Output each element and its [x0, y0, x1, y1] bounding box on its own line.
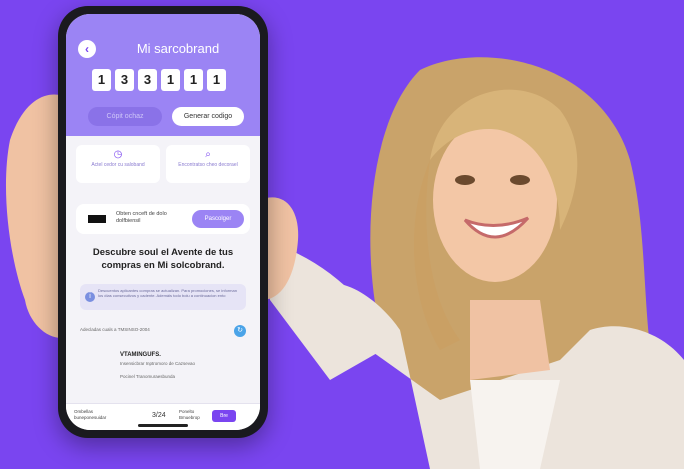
clock-icon: ◷ — [113, 149, 123, 160]
footer-count: 3/24 — [152, 412, 166, 419]
code-digit: 1 — [207, 69, 226, 91]
copy-code-button[interactable]: Cópit ochaz — [88, 107, 162, 126]
quick-actions: ◷ Actel cedor cu saloband ⌕ Encontratso … — [76, 145, 250, 183]
code-digit: 1 — [184, 69, 203, 91]
code-digit: 3 — [138, 69, 157, 91]
home-indicator — [138, 424, 188, 427]
list-item[interactable]: VTAMINGUFS. Insensicbrar Inptromoro de C… — [92, 352, 242, 382]
switch-row-label: Adecladas cuals a TMSINSO-2004 — [80, 327, 150, 332]
promo-text: Obten cnceft de dolo dolfbiensil — [116, 211, 167, 224]
generate-code-button[interactable]: Generar codigo — [172, 107, 244, 126]
footer-left-label: Ombellas buneponesuidar — [74, 409, 107, 420]
search-icon: ⌕ — [205, 149, 211, 160]
switch-row: Adecladas cuals a TMSINSO-2004 ↻ — [80, 325, 246, 337]
promo-button[interactable]: Pascolger — [192, 210, 244, 228]
quick-action-label: Actel cedor cu saloband — [91, 162, 145, 168]
back-arrow-icon[interactable]: ‹ — [78, 40, 96, 58]
info-icon: i — [85, 292, 95, 302]
quick-action-search[interactable]: ⌕ Encontratso cheo decorael — [166, 145, 250, 183]
footer-middle-label: Ponelto Bmuebrop — [179, 409, 200, 420]
page-title: Mi sarcobrand — [136, 41, 220, 56]
brand-logo — [88, 215, 106, 223]
item-description: Insensicbrar Inptromoro de Cazsevao — [120, 361, 196, 366]
footer-action-button[interactable]: Bre — [212, 410, 236, 422]
info-text: Descuentos aplicantes compras se actuali… — [98, 288, 237, 298]
code-digit: 1 — [92, 69, 111, 91]
quick-action-clock[interactable]: ◷ Actel cedor cu saloband — [76, 145, 160, 183]
refresh-icon[interactable]: ↻ — [234, 325, 246, 337]
code-digit: 3 — [115, 69, 134, 91]
app-screen: ‹ Mi sarcobrand 1 3 3 1 1 1 Cópit ochaz … — [66, 14, 260, 430]
info-banner: i Descuentos aplicantes compras se actua… — [80, 284, 246, 310]
section-heading: Descubre soul el Avente de tus compras e… — [92, 247, 234, 271]
app-header: ‹ Mi sarcobrand 1 3 3 1 1 1 Cópit ochaz … — [66, 14, 260, 136]
item-status: Pocinel Tranomuraesbunda — [120, 374, 176, 379]
bottom-bar: Ombellas buneponesuidar 3/24 Ponelto Bmu… — [66, 403, 260, 430]
quick-action-label: Encontratso cheo decorael — [178, 162, 238, 168]
smartphone: ‹ Mi sarcobrand 1 3 3 1 1 1 Cópit ochaz … — [58, 6, 268, 438]
code-digit: 1 — [161, 69, 180, 91]
code-digits: 1 3 3 1 1 1 — [92, 69, 226, 91]
item-name: VTAMINGUFS. — [120, 352, 161, 358]
promo-card: Obten cnceft de dolo dolfbiensil Pascolg… — [76, 204, 250, 234]
